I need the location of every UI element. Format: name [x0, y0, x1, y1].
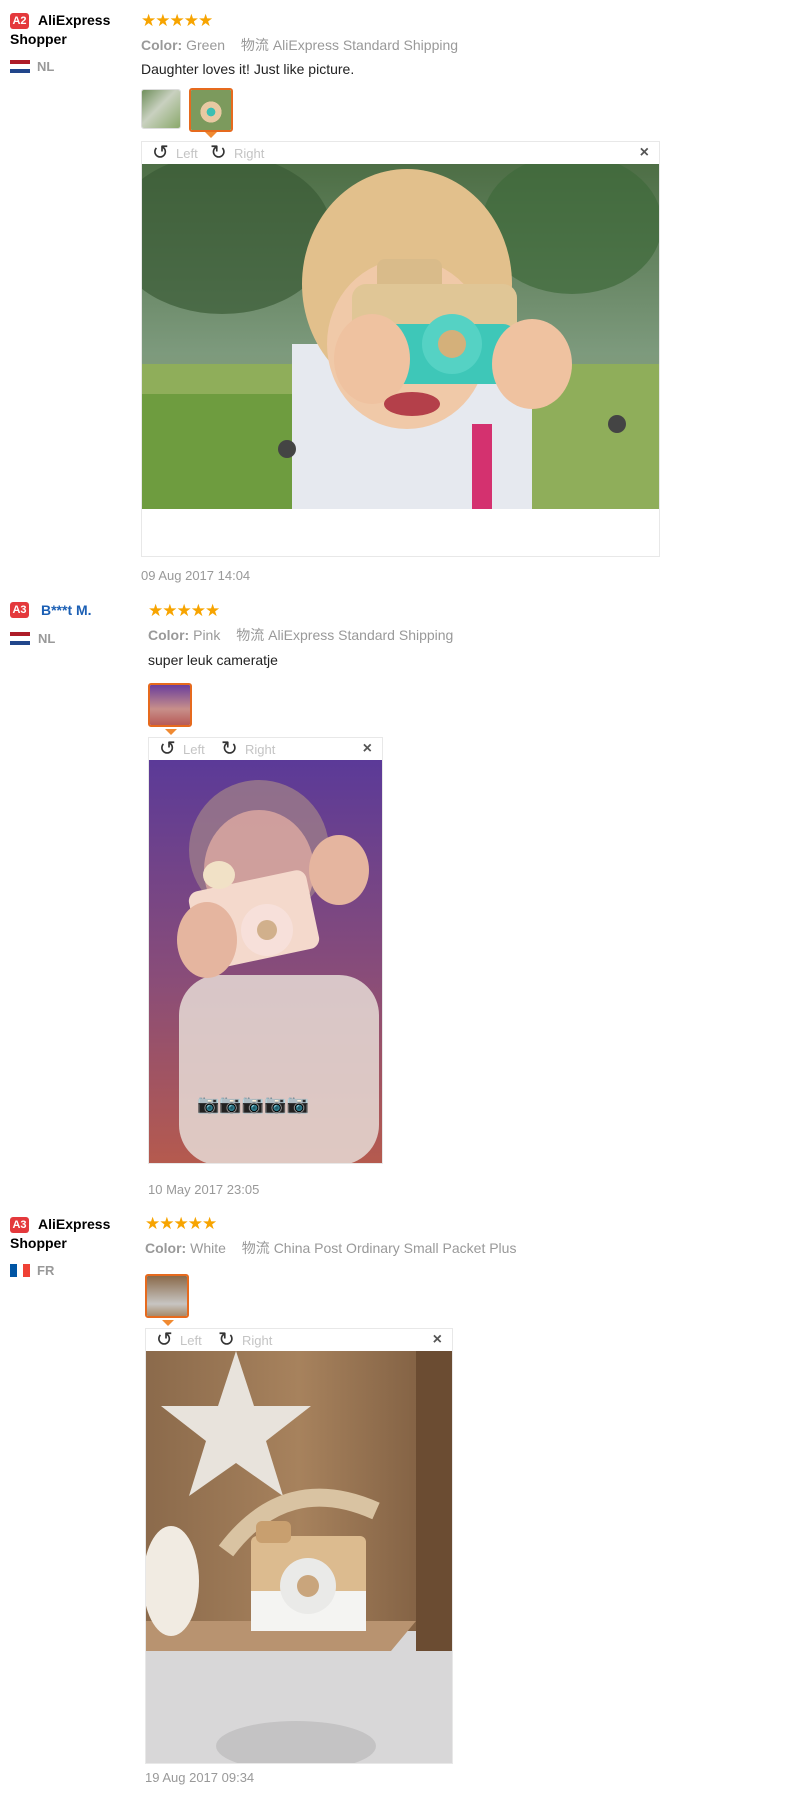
review-text: super leuk cameratje [148, 652, 278, 668]
viewer-toolbar: ↺ Left ↻ Right × [149, 738, 382, 760]
review-photo: 📷📷📷📷📷 [149, 760, 382, 1163]
close-icon[interactable]: × [433, 1331, 442, 1349]
photo-viewer: ↺ Left ↻ Right × [141, 141, 660, 557]
thumbnail-pointer [205, 132, 217, 138]
review-date: 09 Aug 2017 14:04 [141, 568, 251, 583]
wooden-camera-on-shelf-image [146, 1351, 452, 1763]
rotate-left-button[interactable]: Left [176, 146, 198, 161]
rotate-right-icon[interactable]: ↻ [221, 739, 238, 759]
shipping-icon: 物流 [241, 1240, 270, 1256]
order-info: Color: Pink 物流 AliExpress Standard Shipp… [148, 625, 453, 645]
svg-text:📷📷📷📷📷: 📷📷📷📷📷 [197, 1094, 309, 1115]
rotate-right-button[interactable]: Right [234, 146, 264, 161]
shipping-method: China Post Ordinary Small Packet Plus [273, 1240, 517, 1256]
child-with-camera-image [142, 164, 659, 509]
review-item: A2 AliExpress Shopper NL ★★★★★ Color: Gr… [0, 0, 794, 590]
rotate-right-button[interactable]: Right [245, 742, 275, 757]
review-photo [146, 1351, 452, 1763]
rotate-left-icon[interactable]: ↺ [156, 1330, 173, 1350]
photo-viewer: ↺ Left ↻ Right × [145, 1328, 453, 1764]
photo-thumbnail-active[interactable] [189, 88, 233, 132]
color-value: Pink [193, 627, 221, 643]
reviewer-country: FR [37, 1263, 55, 1278]
review-date: 19 Aug 2017 09:34 [145, 1770, 255, 1785]
reviewer-country: NL [37, 59, 55, 74]
viewer-toolbar: ↺ Left ↻ Right × [142, 142, 659, 164]
photo-viewer: ↺ Left ↻ Right × [148, 737, 383, 1164]
rotate-left-icon[interactable]: ↺ [152, 143, 169, 163]
order-info: Color: Green 物流 AliExpress Standard Ship… [141, 35, 458, 55]
netherlands-flag-icon [10, 632, 30, 645]
review-item: A3 B***t M. NL ★★★★★ Color: Pink 物流 AliE… [0, 590, 794, 1200]
color-label: Color: [145, 1240, 187, 1256]
netherlands-flag-icon [10, 60, 30, 73]
viewer-toolbar: ↺ Left ↻ Right × [146, 1329, 452, 1351]
color-value: Green [186, 37, 226, 53]
shipping-method: AliExpress Standard Shipping [272, 37, 459, 53]
buyer-level-badge: A3 [10, 602, 29, 618]
review-photo [142, 164, 659, 509]
color-value: White [190, 1240, 226, 1256]
color-label: Color: [141, 37, 183, 53]
rotate-right-icon[interactable]: ↻ [210, 143, 227, 163]
photo-thumbnail-active[interactable] [145, 1274, 189, 1318]
france-flag-icon [10, 1264, 30, 1277]
reviewer-name-link[interactable]: B***t M. [41, 601, 92, 620]
star-rating: ★★★★★ [148, 601, 220, 620]
shipping-method: AliExpress Standard Shipping [268, 627, 454, 643]
reviewer-name: AliExpress Shopper [10, 1216, 111, 1251]
reviewer-name: AliExpress Shopper [10, 12, 111, 47]
thumbnail-pointer [165, 729, 177, 735]
star-rating: ★★★★★ [145, 1214, 217, 1233]
reviewer-country: NL [38, 631, 56, 646]
shipping-icon: 物流 [240, 37, 269, 53]
photo-thumbnail-active[interactable] [148, 683, 192, 727]
close-icon[interactable]: × [363, 740, 372, 758]
review-item: A3 AliExpress Shopper FR ★★★★★ Color: Wh… [0, 1200, 794, 1793]
rotate-left-button[interactable]: Left [183, 742, 205, 757]
photo-thumbnail[interactable] [141, 89, 181, 129]
thumbnail-pointer [162, 1320, 174, 1326]
review-text: Daughter loves it! Just like picture. [141, 61, 355, 77]
rotate-right-button[interactable]: Right [242, 1333, 272, 1348]
review-date: 10 May 2017 23:05 [148, 1182, 260, 1197]
close-icon[interactable]: × [640, 144, 649, 162]
child-with-pink-camera-image: 📷📷📷📷📷 [149, 760, 382, 1163]
rotate-left-button[interactable]: Left [180, 1333, 202, 1348]
rotate-left-icon[interactable]: ↺ [159, 739, 176, 759]
color-label: Color: [148, 627, 190, 643]
shipping-icon: 物流 [236, 627, 265, 643]
rotate-right-icon[interactable]: ↻ [218, 1330, 235, 1350]
order-info: Color: White 物流 China Post Ordinary Smal… [145, 1238, 516, 1258]
star-rating: ★★★★★ [141, 11, 213, 30]
